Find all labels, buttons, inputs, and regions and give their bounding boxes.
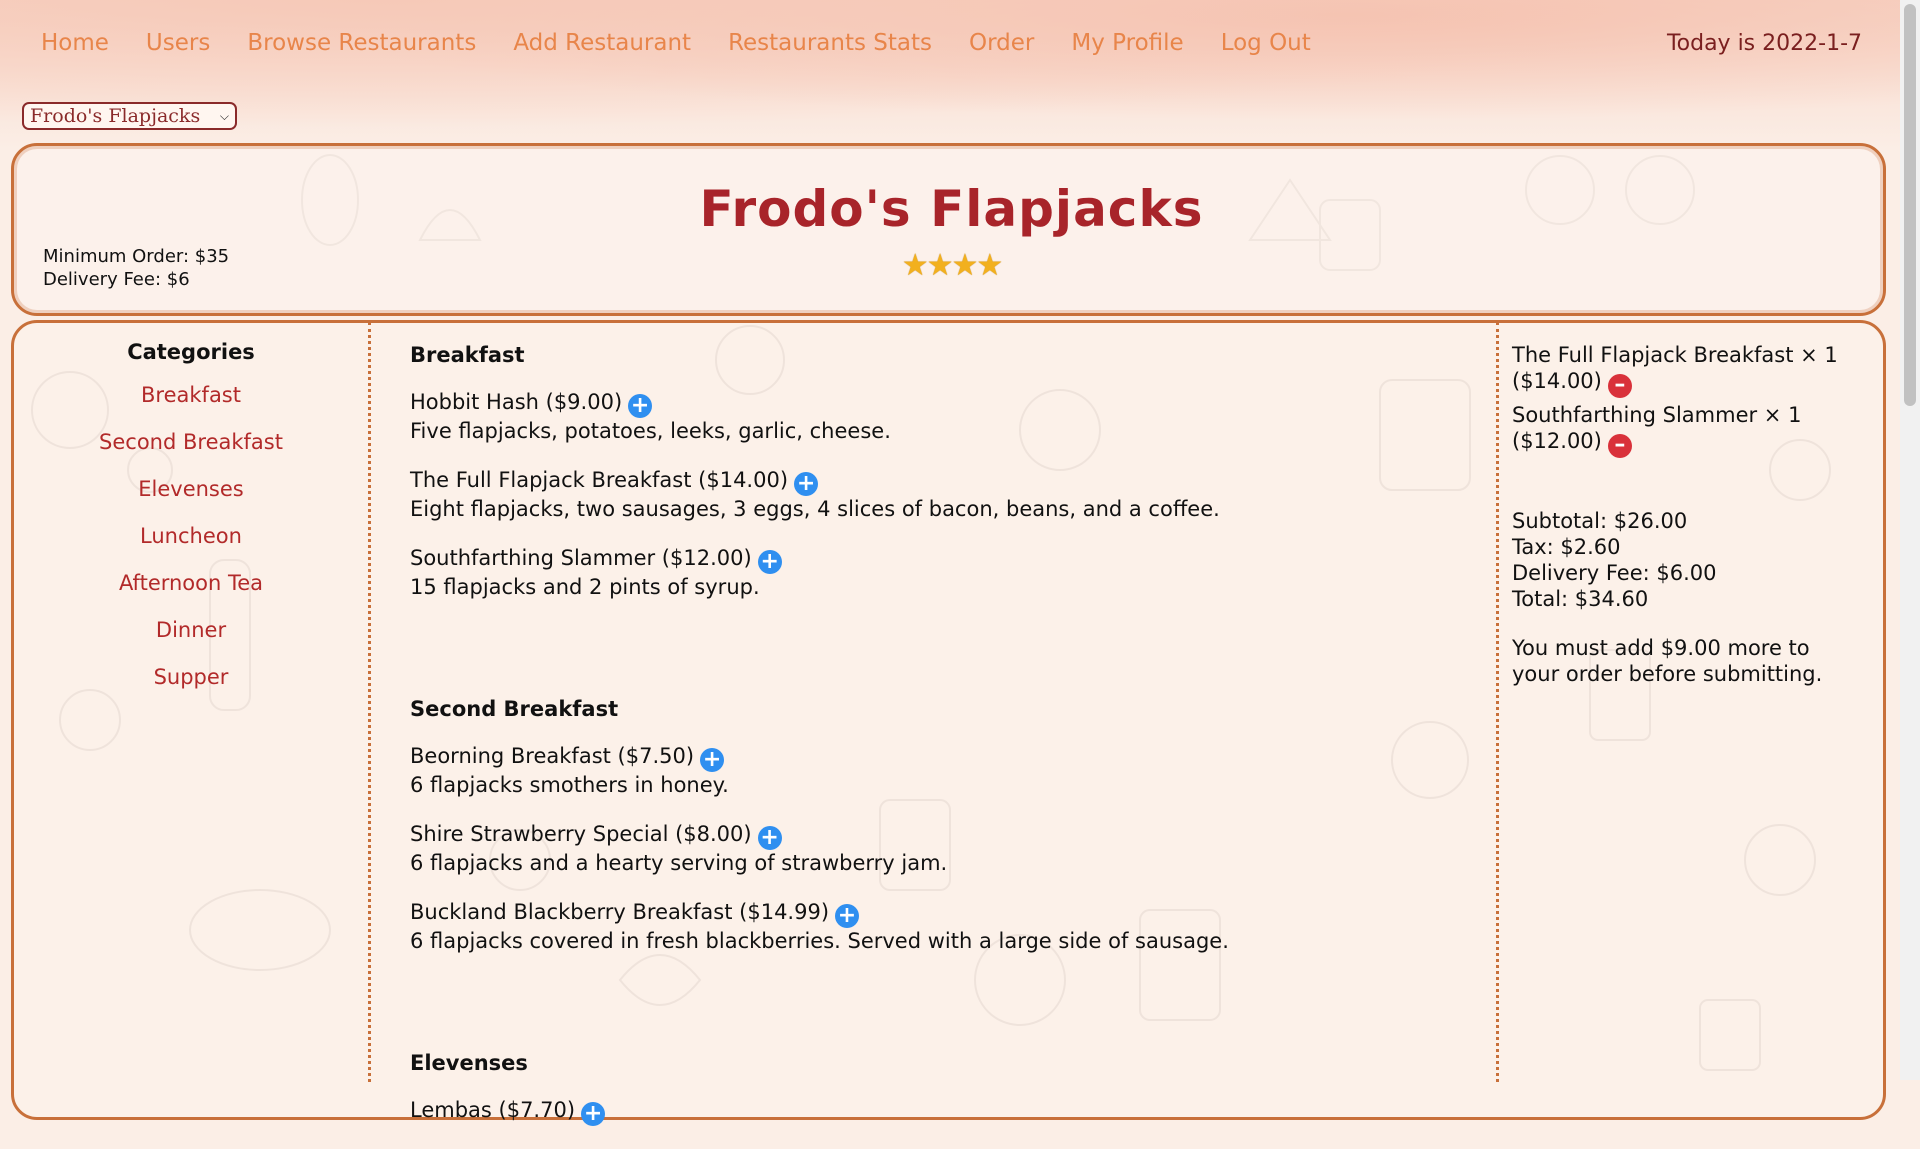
add-item-button[interactable]: + <box>835 904 860 928</box>
order-requirements: Minimum Order: $35 Delivery Fee: $6 <box>43 245 229 291</box>
category-luncheon[interactable]: Luncheon <box>30 524 352 548</box>
menu-item-name: Hobbit Hash ($9.00) <box>410 390 623 414</box>
cart-totals: Subtotal: $26.00 Tax: $2.60 Delivery Fee… <box>1512 508 1862 612</box>
order-cart: The Full Flapjack Breakfast × 1 ($14.00)… <box>1512 342 1862 687</box>
menu-item: Beorning Breakfast ($7.50) + 6 flapjacks … <box>410 743 1480 798</box>
cart-item: Southfarthing Slammer × 1 ($12.00) – <box>1512 402 1862 458</box>
nav-log-out[interactable]: Log Out <box>1221 30 1311 56</box>
menu-item-desc: Eight flapjacks, two sausages, 3 eggs, 4… <box>410 497 1220 521</box>
minimum-order-warning: You must add $9.00 more to your order be… <box>1512 636 1823 686</box>
menu-item-desc: 15 flapjacks and 2 pints of syrup. <box>410 575 760 599</box>
add-item-button[interactable]: + <box>794 472 819 496</box>
nav-users[interactable]: Users <box>146 30 210 56</box>
section-title: Elevenses <box>410 1051 528 1075</box>
nav-browse-restaurants[interactable]: Browse Restaurants <box>247 30 476 56</box>
rating-stars: ★★★★ <box>901 248 1004 283</box>
add-item-button[interactable]: + <box>757 826 782 850</box>
menu-item-name: Southfarthing Slammer ($12.00) <box>410 546 752 570</box>
category-supper[interactable]: Supper <box>30 665 352 689</box>
cart-item-name: The Full Flapjack Breakfast × 1 <box>1512 343 1838 367</box>
menu-item-desc: 6 flapjacks smothers in honey. <box>410 773 729 797</box>
restaurant-name: Frodo's Flapjacks <box>699 180 1204 238</box>
menu-item: Shire Strawberry Special ($8.00) + 6 flap… <box>410 821 1480 876</box>
cart-total: Total: $34.60 <box>1512 587 1649 611</box>
category-dinner[interactable]: Dinner <box>30 618 352 642</box>
categories-title: Categories <box>127 340 255 364</box>
cart-item-price: ($14.00) <box>1512 369 1602 393</box>
minimum-order: Minimum Order: $35 <box>43 246 230 267</box>
nav-add-restaurant[interactable]: Add Restaurant <box>513 30 691 56</box>
categories-panel: Categories Breakfast Second Breakfast El… <box>30 340 352 712</box>
nav-restaurants-stats[interactable]: Restaurants Stats <box>728 30 932 56</box>
add-item-button[interactable]: + <box>757 550 782 574</box>
cart-item-price: ($12.00) <box>1512 429 1602 453</box>
menu-item-name: Beorning Breakfast ($7.50) <box>410 744 695 768</box>
menu-item: Lembas ($7.70) + <box>410 1097 1480 1126</box>
nav-my-profile[interactable]: My Profile <box>1071 30 1183 56</box>
menu-item: Southfarthing Slammer ($12.00) + 15 flapj… <box>410 545 1480 600</box>
menu-item-name: The Full Flapjack Breakfast ($14.00) <box>410 468 789 492</box>
category-afternoon-tea[interactable]: Afternoon Tea <box>30 571 352 595</box>
category-breakfast[interactable]: Breakfast <box>30 383 352 407</box>
cart-subtotal: Subtotal: $26.00 <box>1512 509 1688 533</box>
section-title: Second Breakfast <box>410 697 619 721</box>
add-item-button[interactable]: + <box>628 394 653 418</box>
restaurant-header: Frodo's Flapjacks ★★★★ Minimum Order: $3… <box>11 143 1886 316</box>
top-nav: Home Users Browse Restaurants Add Restau… <box>41 30 1311 56</box>
category-second-breakfast[interactable]: Second Breakfast <box>30 430 352 454</box>
add-item-button[interactable]: + <box>581 1102 606 1126</box>
section-title: Breakfast <box>410 343 525 367</box>
chevron-down-icon: ⌵ <box>219 108 229 123</box>
category-elevenses[interactable]: Elevenses <box>30 477 352 501</box>
cart-tax: Tax: $2.60 <box>1512 535 1621 559</box>
restaurant-select-value: Frodo's Flapjacks <box>30 105 201 127</box>
menu-item-desc: 6 flapjacks and a hearty serving of stra… <box>410 851 948 875</box>
restaurant-select[interactable]: Frodo's Flapjacks ⌵ <box>22 102 237 130</box>
menu-list: Breakfast Hobbit Hash ($9.00) + Five flap… <box>410 343 1480 1149</box>
remove-item-button[interactable]: – <box>1607 434 1632 458</box>
page-scrollbar[interactable] <box>1900 0 1920 1080</box>
cart-item: The Full Flapjack Breakfast × 1 ($14.00)… <box>1512 342 1862 398</box>
menu-item-desc: Five flapjacks, potatoes, leeks, garlic,… <box>410 419 891 443</box>
cart-item-name: Southfarthing Slammer × 1 <box>1512 403 1802 427</box>
remove-item-button[interactable]: – <box>1607 374 1632 398</box>
today-date: Today is 2022-1-7 <box>1666 31 1862 56</box>
add-item-button[interactable]: + <box>700 748 725 772</box>
menu-item-desc: 6 flapjacks covered in fresh blackberrie… <box>410 929 1229 953</box>
delivery-fee-info: Delivery Fee: $6 <box>43 269 190 290</box>
scrollbar-thumb[interactable] <box>1904 4 1916 406</box>
menu-item: Buckland Blackberry Breakfast ($14.99) + … <box>410 899 1480 954</box>
menu-item-name: Lembas ($7.70) <box>410 1098 576 1122</box>
nav-home[interactable]: Home <box>41 30 109 56</box>
menu-item-name: Shire Strawberry Special ($8.00) <box>410 822 752 846</box>
menu-item: The Full Flapjack Breakfast ($14.00) + Ei… <box>410 467 1480 522</box>
nav-order[interactable]: Order <box>969 30 1034 56</box>
menu-item-name: Buckland Blackberry Breakfast ($14.99) <box>410 900 830 924</box>
menu-item: Hobbit Hash ($9.00) + Five flapjacks, pot… <box>410 389 1480 444</box>
cart-delivery-fee: Delivery Fee: $6.00 <box>1512 561 1717 585</box>
